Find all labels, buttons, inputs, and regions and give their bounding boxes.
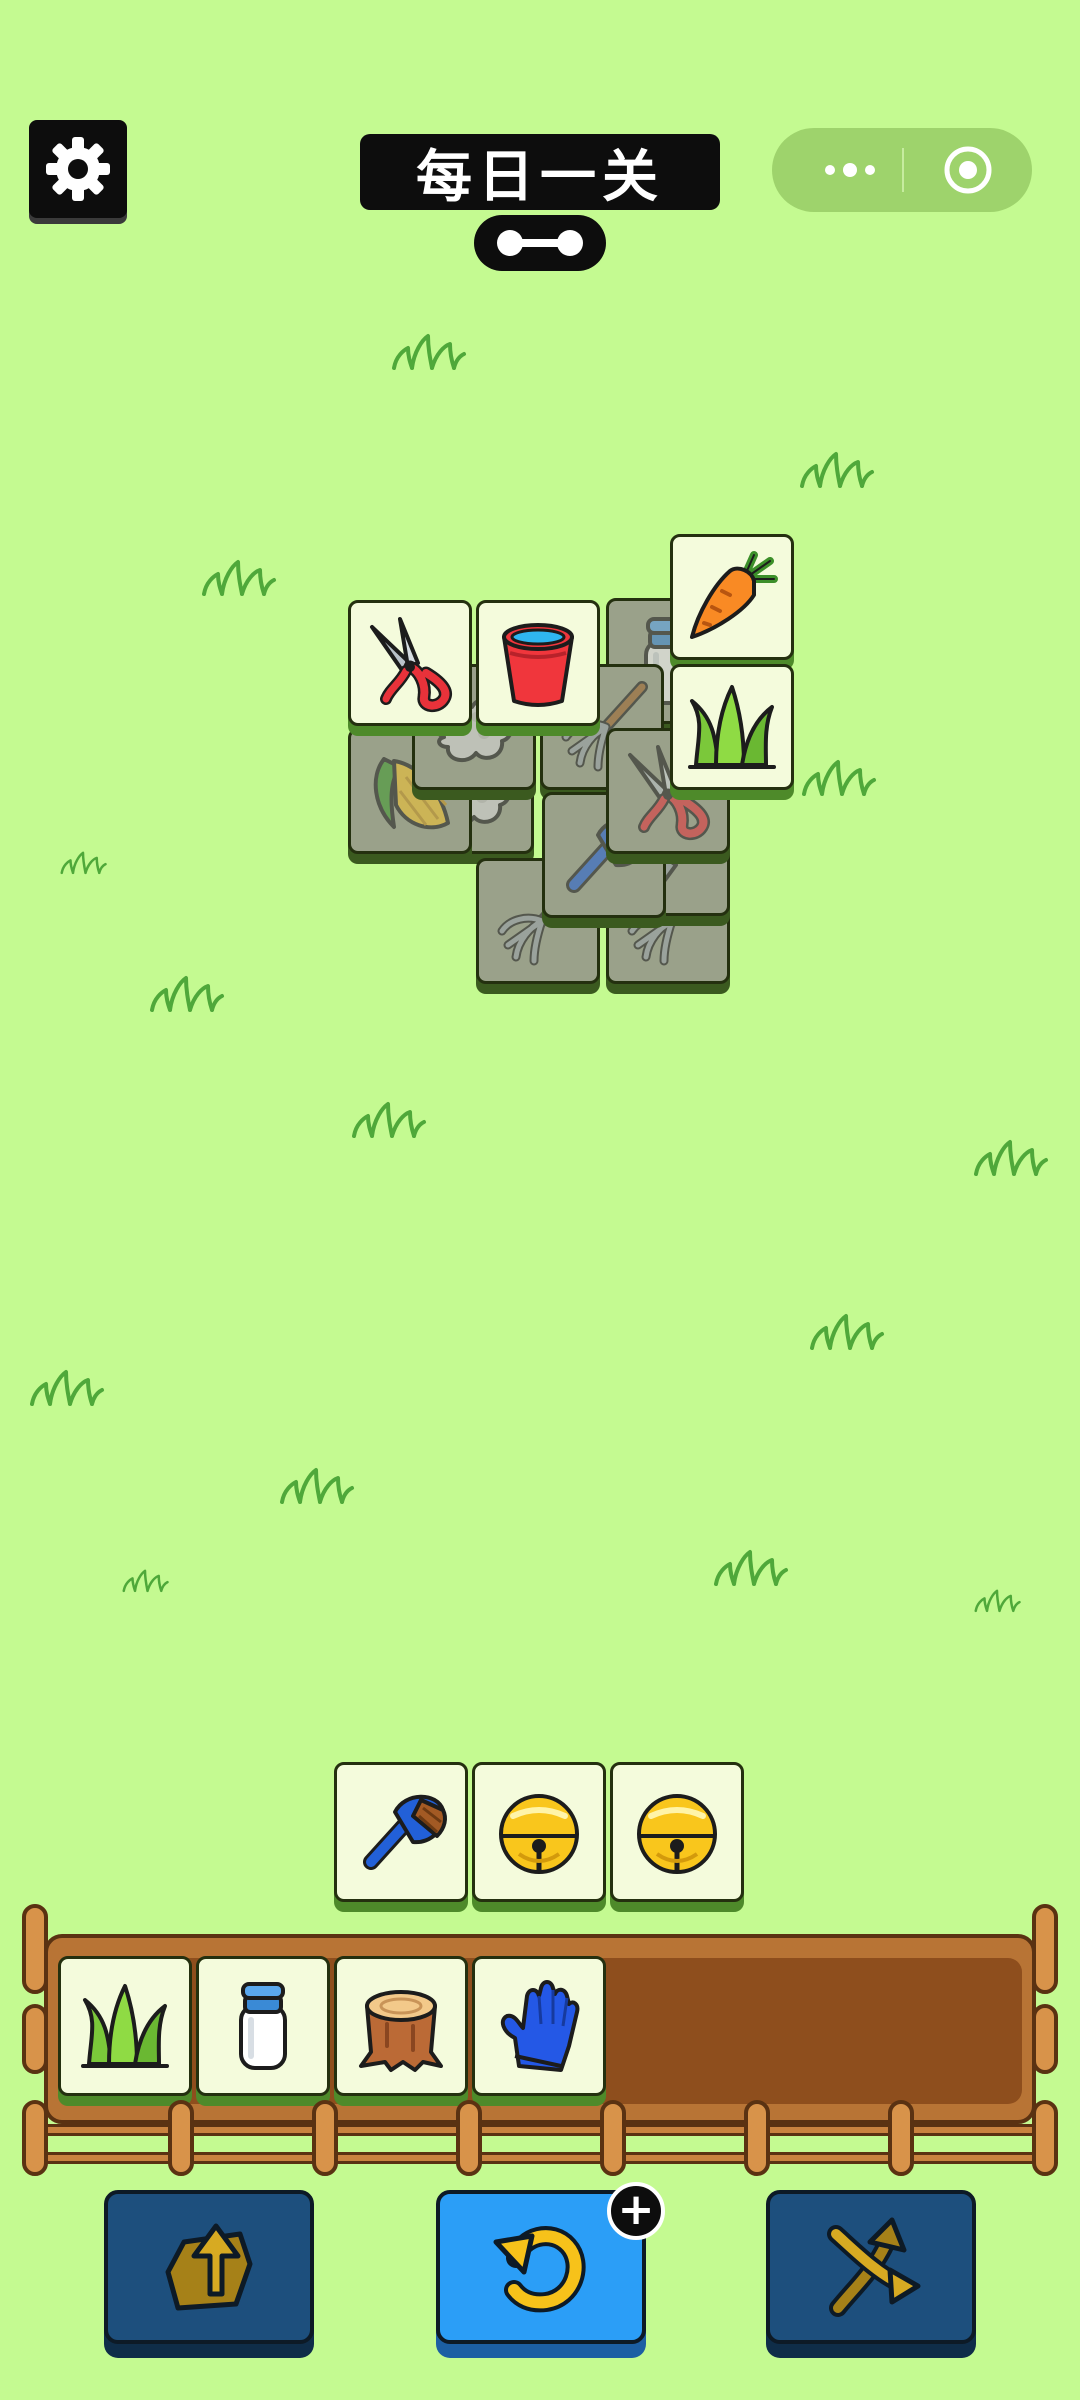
fence-post [1032, 2004, 1058, 2074]
grass-icon [682, 677, 782, 777]
fence-post [888, 2100, 914, 2176]
more-dots-icon [825, 163, 875, 177]
shuffle-icon [827, 2217, 921, 2317]
pruning-shears-icon [360, 613, 460, 713]
slot-tile-tree-stump [334, 1956, 468, 2096]
blue-glove-icon [489, 1976, 589, 2076]
grass-tuft-icon [710, 1542, 790, 1588]
fence-post [22, 2004, 48, 2074]
tile-grass[interactable] [670, 664, 794, 790]
fence-post [600, 2100, 626, 2176]
grass-tuft-icon [388, 326, 468, 372]
mini-program-capsule [772, 128, 1032, 212]
grass-tuft-icon [198, 552, 278, 598]
fence-post [456, 2100, 482, 2176]
fence-post [1032, 2100, 1058, 2176]
shuffle-button[interactable] [766, 2190, 976, 2344]
fence-post [168, 2100, 194, 2176]
fence-post [1032, 1904, 1058, 1994]
grass-tuft-icon [970, 1132, 1050, 1178]
grass-tuft-icon [806, 1306, 886, 1352]
grass-icon [75, 1976, 175, 2076]
undo-icon [493, 2226, 586, 2313]
golden-bell-icon [489, 1782, 589, 1882]
grass-sprout-icon [120, 1556, 170, 1602]
grass-tuft-icon [146, 968, 226, 1014]
grass-tuft-icon [796, 444, 876, 490]
progress-dumbbell-icon [497, 230, 583, 256]
golden-bell-icon [627, 1782, 727, 1882]
grass-sprout-icon [972, 1576, 1022, 1622]
target-circle-icon [944, 146, 992, 194]
staging-tile-golden-bell[interactable] [472, 1762, 606, 1902]
carrot-icon [682, 547, 782, 647]
grass-sprout-icon [58, 838, 108, 884]
move-out-icon [165, 2223, 253, 2311]
slot-tile-blue-glove [472, 1956, 606, 2096]
slot-tile-milk-bottle [196, 1956, 330, 2096]
staging-tile-golden-bell[interactable] [610, 1762, 744, 1902]
level-title: 每日一关 [360, 134, 720, 210]
fence-post [312, 2100, 338, 2176]
gear-icon [46, 137, 110, 201]
settings-button[interactable] [29, 120, 127, 218]
tree-stump-icon [351, 1976, 451, 2076]
blue-brush-icon [351, 1782, 451, 1882]
more-button[interactable] [798, 128, 902, 212]
level-progress-indicator [474, 215, 606, 271]
close-button[interactable] [904, 128, 1032, 212]
red-bucket-icon [488, 613, 588, 713]
milk-bottle-icon [213, 1976, 313, 2076]
fence-post [22, 1904, 48, 1994]
slot-tile-grass [58, 1956, 192, 2096]
grass-tuft-icon [798, 752, 878, 798]
move-out-button[interactable] [104, 2190, 314, 2344]
fence-post [22, 2100, 48, 2176]
staging-tile-blue-brush[interactable] [334, 1762, 468, 1902]
grass-tuft-icon [26, 1362, 106, 1408]
undo-add-badge[interactable]: + [607, 2182, 665, 2240]
tile-pruning-shears[interactable] [348, 600, 472, 726]
grass-tuft-icon [348, 1094, 428, 1140]
grass-tuft-icon [276, 1460, 356, 1506]
tile-red-bucket[interactable] [476, 600, 600, 726]
fence-post [744, 2100, 770, 2176]
tile-carrot[interactable] [670, 534, 794, 660]
